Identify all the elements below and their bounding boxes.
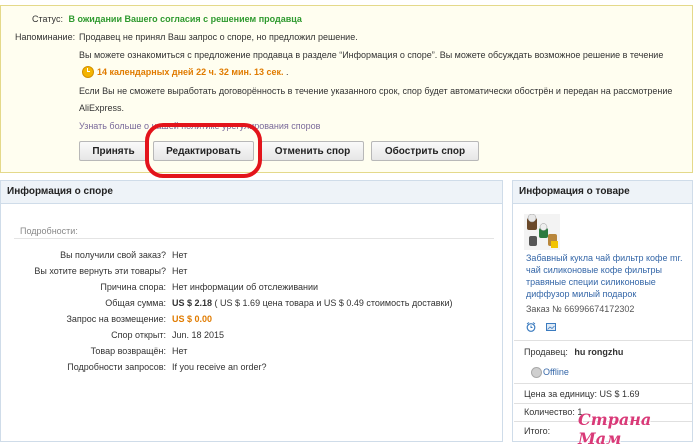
reminder-label: Напоминание: bbox=[15, 32, 76, 42]
status-label: Статус: bbox=[32, 14, 63, 24]
return-items-value: Нет bbox=[172, 266, 188, 276]
reminder-line2: Вы можете ознакомиться с предложение про… bbox=[79, 50, 664, 60]
return-items-label: Вы хотите вернуть эти товары? bbox=[34, 266, 166, 276]
reminder-row: Напоминание: bbox=[15, 32, 75, 42]
total-label: Общая сумма: bbox=[105, 298, 166, 308]
product-name-link[interactable]: Забавный кукла чай фильтр кофе mr. чай с… bbox=[526, 252, 684, 300]
details-subtitle: Подробности: bbox=[20, 226, 78, 236]
refund-label: Запрос на возмещение: bbox=[66, 314, 166, 324]
returned-value: Нет bbox=[172, 346, 188, 356]
accept-button[interactable]: Принять bbox=[79, 141, 148, 161]
opened-label: Спор открыт: bbox=[111, 330, 166, 340]
request-details-value: If you receive an order? bbox=[172, 362, 267, 372]
watermark: Страна Мам bbox=[578, 410, 652, 448]
dispute-info-panel: Информация о споре bbox=[0, 180, 503, 442]
divider bbox=[514, 403, 692, 404]
dispute-info-title: Информация о споре bbox=[1, 181, 502, 204]
offline-status[interactable]: Offline bbox=[543, 367, 569, 377]
seller-name[interactable]: hu rongzhu bbox=[574, 347, 623, 357]
total: Итого: bbox=[524, 426, 551, 436]
product-info-title: Информация о товаре bbox=[513, 181, 692, 204]
reason-label: Причина спора: bbox=[100, 282, 166, 292]
timer-suffix: . bbox=[286, 67, 289, 77]
divider bbox=[514, 340, 692, 341]
reminder-line1: Продавец не принял Ваш запрос о споре, н… bbox=[79, 32, 358, 42]
reason-value: Нет информации об отслеживании bbox=[172, 282, 319, 292]
status-value: В ожидании Вашего согласия с решением пр… bbox=[68, 14, 302, 24]
seller-row: Продавец: hu rongzhu bbox=[524, 347, 623, 357]
clock-icon bbox=[82, 66, 94, 78]
timer-row: 14 календарных дней 22 ч. 32 мин. 13 сек… bbox=[97, 67, 289, 77]
alarm-clock-icon[interactable] bbox=[526, 322, 536, 332]
offline-status-icon bbox=[531, 367, 542, 378]
unit-price: Цена за единицу: US $ 1.69 bbox=[524, 389, 640, 399]
received-order-label: Вы получили свой заказ? bbox=[60, 250, 166, 260]
opened-value: Jun. 18 2015 bbox=[172, 330, 225, 340]
reminder-line3: Если Вы не сможете выработать договорённ… bbox=[79, 86, 673, 96]
highlight-circle bbox=[145, 123, 262, 178]
total-value: US $ 2.18 ( US $ 1.69 цена товара и US $… bbox=[172, 298, 452, 308]
returned-label: Товар возвращён: bbox=[90, 346, 166, 356]
refund-value: US $ 0.00 bbox=[172, 314, 213, 324]
product-thumbnail[interactable] bbox=[524, 214, 560, 250]
escalate-dispute-button[interactable]: Обострить спор bbox=[371, 141, 479, 161]
seller-label: Продавец: bbox=[524, 347, 568, 357]
total-amount: US $ 2.18 bbox=[172, 298, 213, 308]
quantity: Количество: 1 bbox=[524, 407, 583, 417]
request-details-label: Подробности запросов: bbox=[67, 362, 166, 372]
photo-icon[interactable] bbox=[546, 322, 556, 332]
details-separator bbox=[14, 238, 494, 239]
reminder-line4: AliExpress. bbox=[79, 103, 125, 113]
status-row: Статус: В ожидании Вашего согласия с реш… bbox=[32, 14, 302, 24]
order-number: Заказ № 66996674172302 bbox=[526, 304, 635, 314]
total-breakdown: ( US $ 1.69 цена товара и US $ 0.49 стои… bbox=[214, 298, 453, 308]
divider bbox=[514, 383, 692, 384]
received-order-value: Нет bbox=[172, 250, 188, 260]
countdown-timer: 14 календарных дней 22 ч. 32 мин. 13 сек… bbox=[97, 67, 284, 77]
cancel-dispute-button[interactable]: Отменить спор bbox=[261, 141, 364, 161]
